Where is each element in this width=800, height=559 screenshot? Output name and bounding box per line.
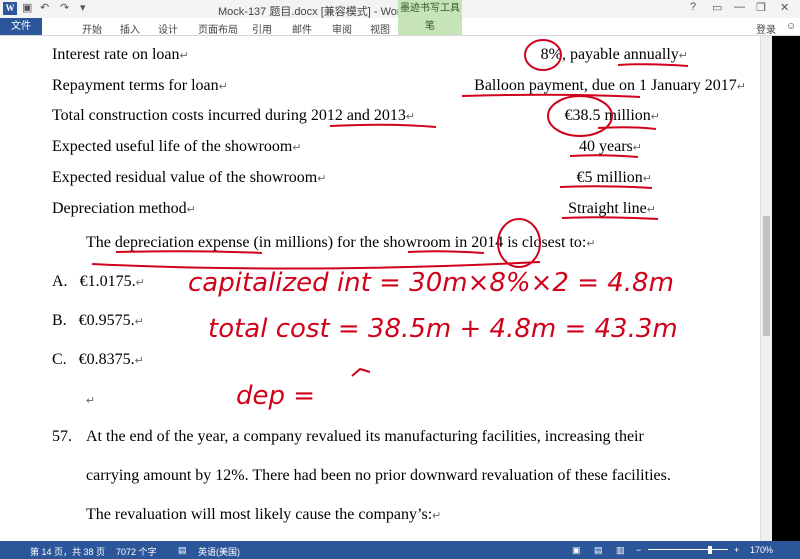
tab-layout[interactable]: 页面布局 — [198, 21, 238, 36]
title-bar: W ▣ ↶ ↷ ▾ Mock-137 题目.docx [兼容模式] - Word… — [0, 0, 800, 18]
undo-icon[interactable]: ↶ — [40, 1, 49, 14]
tab-home[interactable]: 开始 — [82, 21, 102, 36]
ink-underline-balloon — [461, 93, 641, 98]
tab-design[interactable]: 设计 — [158, 21, 178, 36]
web-layout-icon[interactable]: ▥ — [616, 545, 625, 556]
ink-underline-annually — [617, 63, 689, 67]
tab-references[interactable]: 引用 — [252, 21, 272, 36]
ink-underline-dep-expense — [115, 250, 263, 254]
zoom-slider[interactable] — [648, 549, 728, 550]
help-button[interactable]: ? — [690, 1, 696, 13]
language-indicator[interactable]: 英语(美国) — [198, 545, 240, 558]
window-title: Mock-137 题目.docx [兼容模式] - Word — [218, 6, 407, 18]
customize-qat-icon[interactable]: ▾ — [80, 1, 86, 14]
ink-circle-rate — [524, 39, 562, 71]
zoom-in-button[interactable]: + — [734, 545, 739, 555]
tab-mailings[interactable]: 邮件 — [292, 21, 312, 36]
minimize-button[interactable]: — — [734, 1, 745, 13]
tab-file[interactable]: 文件 — [0, 18, 42, 35]
ink-annotations — [91, 39, 689, 377]
ink-underline-showroom — [407, 250, 485, 254]
screen-edge — [772, 36, 800, 541]
smiley-icon[interactable]: ☺ — [786, 21, 796, 32]
ink-underline-residual — [559, 185, 653, 189]
read-mode-icon[interactable]: ▣ — [572, 545, 581, 556]
ink-circle-cost — [547, 95, 613, 137]
ink-tools-header: 墨迹书写工具 — [398, 0, 462, 18]
zoom-level[interactable]: 170% — [750, 545, 773, 555]
redo-icon[interactable]: ↷ — [60, 1, 69, 14]
ink-underline-2012-2013 — [329, 123, 437, 128]
proofing-icon[interactable]: ▤ — [178, 545, 187, 556]
login-link[interactable]: 登录 — [756, 21, 776, 36]
status-bar: 第 14 页，共 38 页 7072 个字 ▤ 英语(美国) ▣ ▤ ▥ − +… — [0, 541, 800, 559]
zoom-out-button[interactable]: − — [636, 545, 641, 555]
ink-underline-method — [561, 216, 659, 220]
document-page[interactable]: Interest rate on loan↵ 8%, payable annua… — [0, 36, 760, 541]
restore-button[interactable]: ❐ — [756, 1, 766, 14]
ink-underline-cost — [597, 126, 657, 130]
word-count[interactable]: 7072 个字 — [116, 545, 157, 558]
ribbon-options-button[interactable]: ▭ — [712, 1, 722, 14]
tab-insert[interactable]: 插入 — [120, 21, 140, 36]
ink-underline-years — [569, 154, 639, 158]
ink-check-mark — [351, 367, 371, 377]
save-icon[interactable]: ▣ — [22, 1, 32, 14]
print-layout-icon[interactable]: ▤ — [594, 545, 603, 556]
ribbon-tabs: 文件 开始 插入 设计 页面布局 引用 邮件 审阅 视图 笔 登录 ☺ — [0, 18, 800, 36]
tab-view[interactable]: 视图 — [370, 21, 390, 36]
tab-review[interactable]: 审阅 — [332, 21, 352, 36]
word-logo-icon: W — [3, 2, 17, 15]
ink-circle-2014 — [497, 218, 541, 268]
zoom-slider-handle[interactable] — [708, 546, 712, 554]
scrollbar-thumb[interactable] — [763, 216, 770, 336]
close-button[interactable]: ✕ — [780, 1, 789, 14]
ink-swoosh — [91, 261, 541, 270]
page-count[interactable]: 第 14 页，共 38 页 — [30, 545, 105, 558]
tab-pen[interactable]: 笔 — [398, 18, 462, 35]
